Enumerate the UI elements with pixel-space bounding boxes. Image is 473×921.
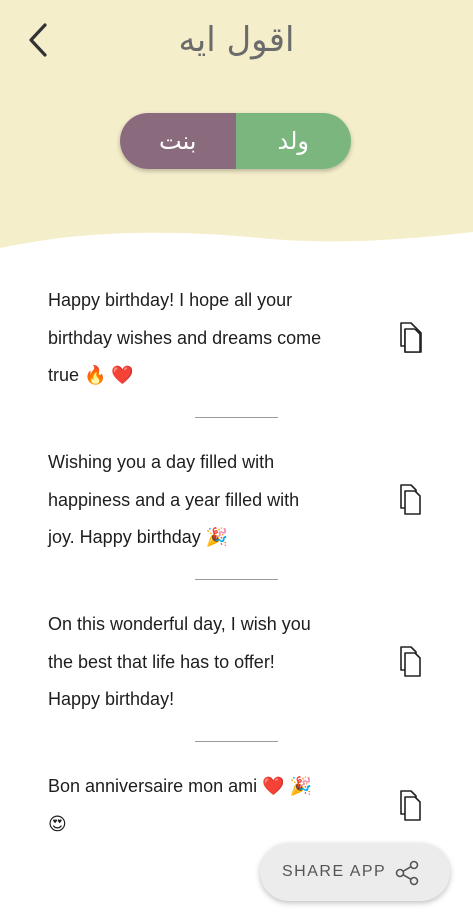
message-text: Wishing you a day filled with happiness … (48, 444, 348, 557)
message-line: 😍 (48, 813, 67, 834)
message-item: Bon anniversaire mon ami ❤️ 🎉 😍 (48, 768, 428, 843)
message-line: happiness and a year filled with (48, 489, 300, 510)
message-line: birthday wishes and dreams come (48, 327, 322, 348)
message-line: Wishing you a day filled with (48, 452, 275, 472)
copy-icon[interactable] (396, 484, 422, 516)
gender-toggle: بنت ولد (120, 113, 351, 169)
message-item: Wishing you a day filled with happiness … (48, 444, 428, 557)
message-line: true 🔥 ❤️ (48, 365, 134, 385)
share-app-label: SHARE APP (282, 863, 387, 880)
message-line: Happy birthday! I hope all your (48, 290, 293, 310)
message-line: Happy birthday! (48, 689, 175, 709)
message-text: On this wonderful day, I wish you the be… (48, 606, 348, 719)
message-text: Bon anniversaire mon ami ❤️ 🎉 😍 (48, 768, 348, 843)
share-icon (395, 860, 419, 886)
copy-icon[interactable] (396, 790, 422, 822)
page-title: اقول ايه (178, 20, 295, 60)
message-line: On this wonderful day, I wish you (48, 614, 311, 634)
divider (195, 579, 278, 580)
copy-icon[interactable] (396, 646, 422, 678)
message-item: On this wonderful day, I wish you the be… (48, 606, 428, 719)
message-item: Happy birthday! I hope all your birthday… (48, 282, 428, 395)
message-line: Bon anniversaire mon ami ❤️ 🎉 (48, 776, 312, 796)
message-text: Happy birthday! I hope all your birthday… (48, 282, 348, 395)
message-line: the best that life has to offer! (48, 651, 275, 672)
toggle-girl[interactable]: بنت (120, 113, 236, 169)
share-app-button[interactable]: SHARE APP (260, 843, 450, 901)
toggle-boy[interactable]: ولد (235, 113, 351, 169)
header: اقول ايه بنت ولد (0, 0, 473, 260)
divider (195, 741, 278, 742)
copy-icon[interactable] (396, 322, 422, 354)
message-line: joy. Happy birthday 🎉 (48, 527, 229, 547)
divider (195, 417, 278, 418)
